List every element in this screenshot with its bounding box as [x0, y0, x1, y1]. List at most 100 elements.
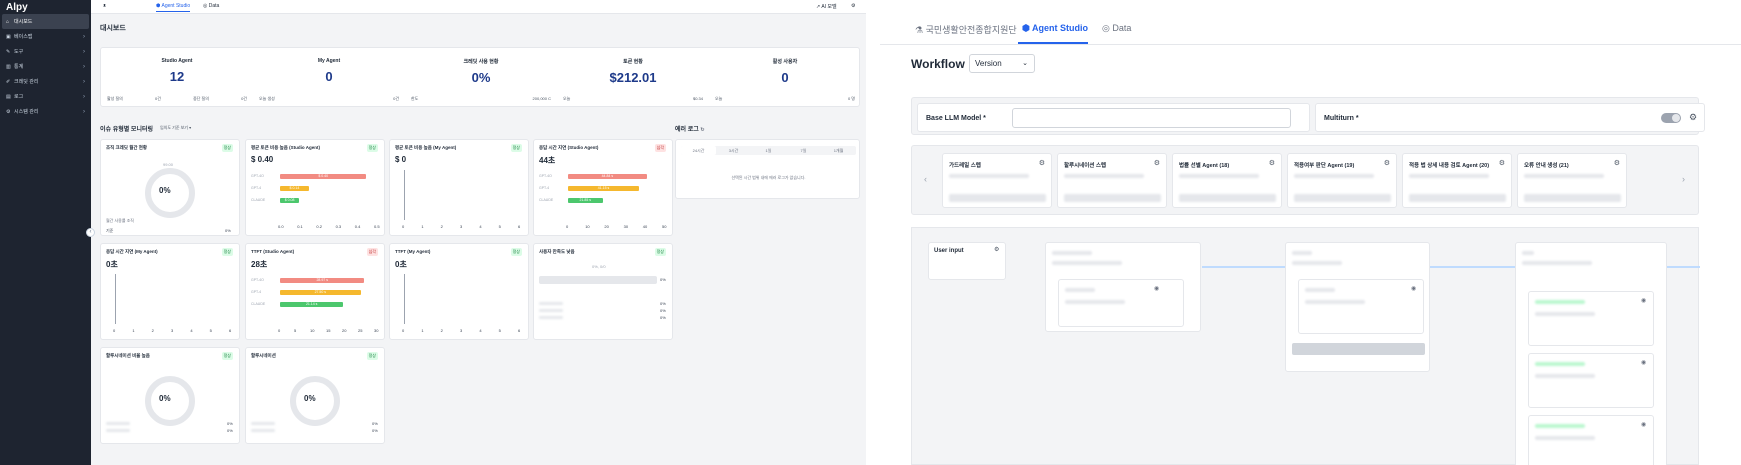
collapse-sidebar-icon[interactable]: ‹ [86, 228, 95, 237]
user-input-node[interactable]: User input ⚙ [928, 242, 1006, 280]
monitor-card-c5: 응답 시간 지연 (My Agent) 정상 0초 0 1 2 3 4 5 6 [100, 243, 240, 340]
edge [1430, 266, 1515, 268]
monitoring-select[interactable]: 임의도 기준 보기 ▾ [160, 125, 191, 131]
carousel-next-icon[interactable]: › [1682, 174, 1685, 184]
multiturn-toggle[interactable] [1661, 113, 1681, 123]
kpi-subrow: 한도 200,000 C [411, 96, 551, 102]
carousel-prev-icon[interactable]: ‹ [924, 174, 927, 184]
blurred-button[interactable] [1294, 194, 1391, 202]
workflow-subnode[interactable]: ◉ [1058, 279, 1184, 327]
tab-home[interactable]: ᴥ [103, 3, 106, 9]
eye-icon[interactable]: ◉ [1641, 421, 1646, 428]
workflow-top-bar: ⚗ 국민생활안전종합지원단 ⬢ Agent Studio ◎ Data [880, 0, 1741, 45]
refresh-icon[interactable]: ↻ [700, 127, 704, 133]
satisfaction-summary: 0%, 0/0 [592, 264, 606, 269]
tab-agent-studio[interactable]: ⬢ Agent Studio [1022, 23, 1088, 34]
kpi-1: My Agent 0 [253, 58, 405, 84]
gear-icon[interactable]: ⚙ [1499, 159, 1505, 167]
chevron-down-icon: ⌄ [1022, 60, 1028, 67]
eye-icon[interactable]: ◉ [1641, 359, 1646, 366]
agent-card-0[interactable]: 가드레일 스텝 ⚙ [942, 153, 1052, 208]
x-tick-label: 0.2 [316, 224, 322, 229]
monitor-card-c2: 평균 토큰 비용 높음 (Studio Agent) 정상 $ 0.40 GPT-4O… [245, 139, 385, 236]
agent-card-2[interactable]: 법률 선별 Agent (18) ⚙ [1172, 153, 1282, 208]
sidebar-item-5[interactable]: ▤ 로그 › [2, 89, 89, 104]
kpi-value: 0% [471, 70, 491, 85]
agent-card-3[interactable]: 적용여부 판단 Agent (19) ⚙ [1287, 153, 1397, 208]
blurred-button[interactable] [1524, 194, 1621, 202]
blurred-button[interactable] [1409, 194, 1506, 202]
workflow-node[interactable]: ◉ [1045, 242, 1201, 332]
y-axis-line [404, 274, 405, 324]
sidebar-item-label: 통계 [14, 64, 24, 70]
gauge-foot-value: 0% [225, 228, 231, 233]
x-tick-label: 2 [440, 224, 443, 229]
agent-card-1[interactable]: 할루시네이션 스텝 ⚙ [1057, 153, 1167, 208]
tab-data[interactable]: ◎ Data [203, 3, 219, 9]
tab-agent-studio[interactable]: ⬢ Agent Studio [156, 3, 191, 12]
gear-icon[interactable]: ⚙ [1384, 159, 1390, 167]
sidebar-item-6[interactable]: ⚙ 시스템 관리 › [2, 104, 89, 119]
workflow-node[interactable]: ◉ ◉ ◉ [1515, 242, 1667, 465]
workflow-subnode[interactable]: ◉ [1298, 279, 1424, 334]
card-value: 44초 [539, 156, 556, 165]
version-select[interactable]: Version ⌄ [969, 54, 1035, 73]
workflow-subnode[interactable]: ◉ [1528, 353, 1654, 408]
sidebar-item-0[interactable]: ⌂ 대시보드 [2, 14, 89, 29]
gear-icon[interactable]: ⚙ [1614, 159, 1620, 167]
status-badge: 정상 [510, 248, 522, 256]
base-llm-input[interactable] [1012, 108, 1291, 128]
gear-icon[interactable]: ⚙ [1269, 159, 1275, 167]
kpi-label: 토큰 현황 [623, 59, 643, 65]
blurred-button[interactable] [1179, 194, 1276, 202]
bar-category-label: GPT-4 [539, 186, 550, 190]
eye-icon[interactable]: ◉ [1411, 285, 1416, 292]
blurred-text [1064, 174, 1144, 178]
workflow-canvas[interactable]: User input ⚙ ◉ ◉ ◉ ◉ ◉ [911, 227, 1700, 465]
blurred-text [1294, 174, 1374, 178]
tab-org[interactable]: ⚗ 국민생활안전종합지원단 [915, 23, 1017, 36]
tab-data-label: Data [1112, 23, 1132, 33]
gear-icon[interactable]: ⚙ [994, 246, 999, 253]
error-log-tab-2[interactable]: 1일 [751, 146, 786, 155]
sidebar-item-1[interactable]: ▣ 베이스맵 › [2, 29, 89, 44]
blurred-button[interactable] [949, 194, 1046, 202]
tab-data[interactable]: ◎ Data [1102, 23, 1131, 34]
error-log-tab-0[interactable]: 24시간 [681, 146, 716, 155]
row-value: 0% [660, 315, 666, 320]
agent-card-5[interactable]: 오류 안내 생성 (21) ⚙ [1517, 153, 1627, 208]
bar-category-label: CLAUDE [251, 302, 266, 306]
sidebar-item-3[interactable]: ▥ 통계 › [2, 59, 89, 74]
add-button[interactable] [1292, 343, 1425, 355]
workflow-subnode[interactable]: ◉ [1528, 415, 1654, 465]
chart-bar: $ 0.40 [280, 174, 367, 179]
gear-icon[interactable]: ⚙ [1039, 159, 1045, 167]
workflow-node[interactable]: ◉ [1285, 242, 1430, 372]
blurred-button[interactable] [1064, 194, 1161, 202]
bar-category-label: GPT-4O [251, 174, 264, 178]
ai-model-button[interactable]: ↗ AI 모델 [816, 3, 837, 10]
gear-icon[interactable]: ⚙ [1154, 159, 1160, 167]
cube-icon: ⬢ [1022, 23, 1033, 33]
workflow-subnode[interactable]: ◉ [1528, 291, 1654, 346]
flask-icon: ⚗ [915, 25, 926, 35]
gear-icon[interactable]: ⚙ [1689, 112, 1697, 123]
gauge-value: 0% [304, 394, 316, 403]
eye-icon[interactable]: ◉ [1641, 297, 1646, 304]
eye-icon[interactable]: ◉ [1154, 285, 1159, 292]
error-log-tab-3[interactable]: 7일 [786, 146, 821, 155]
agent-card-4[interactable]: 적용 법 상세 내용 검토 Agent (20) ⚙ [1402, 153, 1512, 208]
error-log-tab-1[interactable]: 3시간 [716, 146, 751, 155]
blurred-text [1535, 312, 1595, 316]
x-tick-label: 0 [566, 224, 569, 229]
settings-icon[interactable]: ⚙ [851, 3, 855, 9]
top-bar: ᴥ ⬢ Agent Studio ◎ Data ↗ AI 모델 ⚙ [91, 0, 866, 14]
sidebar-item-2[interactable]: ✎ 도구 › [2, 44, 89, 59]
kpi-sub-value: 200,000 C [532, 96, 551, 101]
satisfaction-pct: 0% [660, 277, 666, 282]
card-value: 0초 [106, 260, 118, 269]
error-log-tab-4[interactable]: 1개월 [821, 146, 856, 155]
app-logo[interactable]: Alpy [0, 0, 91, 14]
base-llm-label: Base LLM Model * [926, 115, 986, 122]
sidebar-item-4[interactable]: ✐ 크레딧 관리 › [2, 74, 89, 89]
